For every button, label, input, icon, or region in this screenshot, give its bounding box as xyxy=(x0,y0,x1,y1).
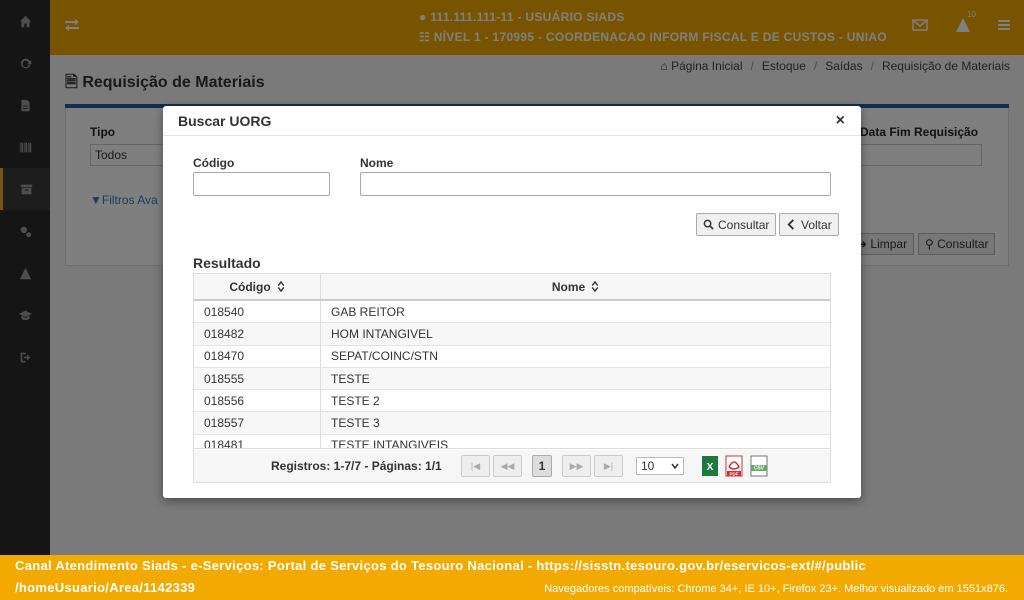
sort-icon xyxy=(277,281,284,292)
table-header: Código Nome xyxy=(194,274,830,301)
page-size-value: 10 xyxy=(641,459,655,473)
buscar-uorg-modal: Buscar UORG × Código Nome Consultar Volt… xyxy=(163,106,861,498)
cell-nome: HOM INTANGIVEL xyxy=(331,326,433,341)
csv-export-icon[interactable]: CSV xyxy=(749,455,769,477)
codigo-input[interactable] xyxy=(193,172,330,196)
prev-page-button[interactable]: ◀◀ xyxy=(493,455,522,477)
modal-consultar-button[interactable]: Consultar xyxy=(696,213,777,236)
excel-export-icon[interactable]: X xyxy=(700,455,720,477)
table-row[interactable]: 018482 HOM INTANGIVEL xyxy=(194,323,830,346)
result-title: Resultado xyxy=(193,255,261,271)
pdf-export-label: PDF xyxy=(730,472,739,477)
cell-codigo: 018540 xyxy=(194,301,321,323)
cell-codigo: 018481 xyxy=(194,434,321,448)
table-row[interactable]: 018481 TESTE INTANGIVEIS xyxy=(194,434,830,449)
cell-codigo: 018557 xyxy=(194,412,321,434)
next-page-button[interactable]: ▶▶ xyxy=(562,455,591,477)
first-page-button[interactable]: |◀ xyxy=(461,455,490,477)
cell-nome: TESTE INTANGIVEIS xyxy=(331,438,449,449)
page-size-select[interactable]: 10 xyxy=(636,457,684,475)
cell-nome: SEPAT/COINC/STN xyxy=(331,349,438,364)
nome-input[interactable] xyxy=(360,172,831,196)
modal-header: Buscar UORG × xyxy=(163,106,861,136)
footer: Canal Atendimento Siads - e-Serviços: Po… xyxy=(0,555,1024,600)
table-row[interactable]: 018555 TESTE xyxy=(194,367,830,391)
results-table: Código Nome 018540 GAB REITOR 018482 HOM… xyxy=(193,273,831,449)
cell-nome: TESTE 2 xyxy=(331,393,380,408)
modal-consultar-label: Consultar xyxy=(718,217,770,232)
cell-nome: TESTE xyxy=(331,371,370,386)
chevron-left-icon xyxy=(787,219,794,230)
table-row[interactable]: 018470 SEPAT/COINC/STN xyxy=(194,345,830,368)
cell-codigo: 018555 xyxy=(194,367,321,390)
voltar-label: Voltar xyxy=(801,217,832,232)
pagination-info: Registros: 1-7/7 - Páginas: 1/1 xyxy=(271,459,442,473)
csv-export-label: CSV xyxy=(754,466,765,472)
footer-service-path[interactable]: /homeUsuario/Area/1142339 xyxy=(15,580,195,595)
cell-nome: TESTE 3 xyxy=(331,416,380,431)
cell-codigo: 018482 xyxy=(194,323,321,345)
table-row[interactable]: 018540 GAB REITOR xyxy=(194,301,830,324)
column-header-codigo-label: Código xyxy=(229,279,271,294)
pdf-export-icon[interactable]: PDF xyxy=(724,455,744,477)
column-header-nome[interactable]: Nome xyxy=(321,274,830,299)
column-header-codigo[interactable]: Código xyxy=(194,274,321,299)
last-page-button[interactable]: ▶| xyxy=(594,455,623,477)
current-page-button[interactable]: 1 xyxy=(532,455,552,477)
modal-title: Buscar UORG xyxy=(178,113,272,129)
column-header-nome-label: Nome xyxy=(551,279,586,294)
table-body: 018540 GAB REITOR 018482 HOM INTANGIVEL … xyxy=(194,301,830,449)
table-row[interactable]: 018556 TESTE 2 xyxy=(194,390,830,413)
cell-codigo: 018556 xyxy=(194,390,321,412)
voltar-button[interactable]: Voltar xyxy=(779,213,839,236)
codigo-label: Código xyxy=(193,156,235,170)
search-icon xyxy=(703,219,714,230)
sort-icon xyxy=(591,281,599,292)
close-icon[interactable]: × xyxy=(836,113,845,129)
cell-nome: GAB REITOR xyxy=(331,304,405,319)
nome-label: Nome xyxy=(360,156,394,170)
cell-codigo: 018470 xyxy=(194,345,321,367)
table-row[interactable]: 018557 TESTE 3 xyxy=(194,412,830,435)
pagination-bar: Registros: 1-7/7 - Páginas: 1/1 |◀ ◀◀ 1 … xyxy=(193,450,831,483)
footer-browsers-note: Navegadores compatíveis: Chrome 34+, IE … xyxy=(544,583,1008,595)
chevron-down-icon xyxy=(671,463,679,470)
excel-export-label: X xyxy=(707,462,714,473)
footer-service-channel[interactable]: Canal Atendimento Siads - e-Serviços: Po… xyxy=(15,558,866,573)
